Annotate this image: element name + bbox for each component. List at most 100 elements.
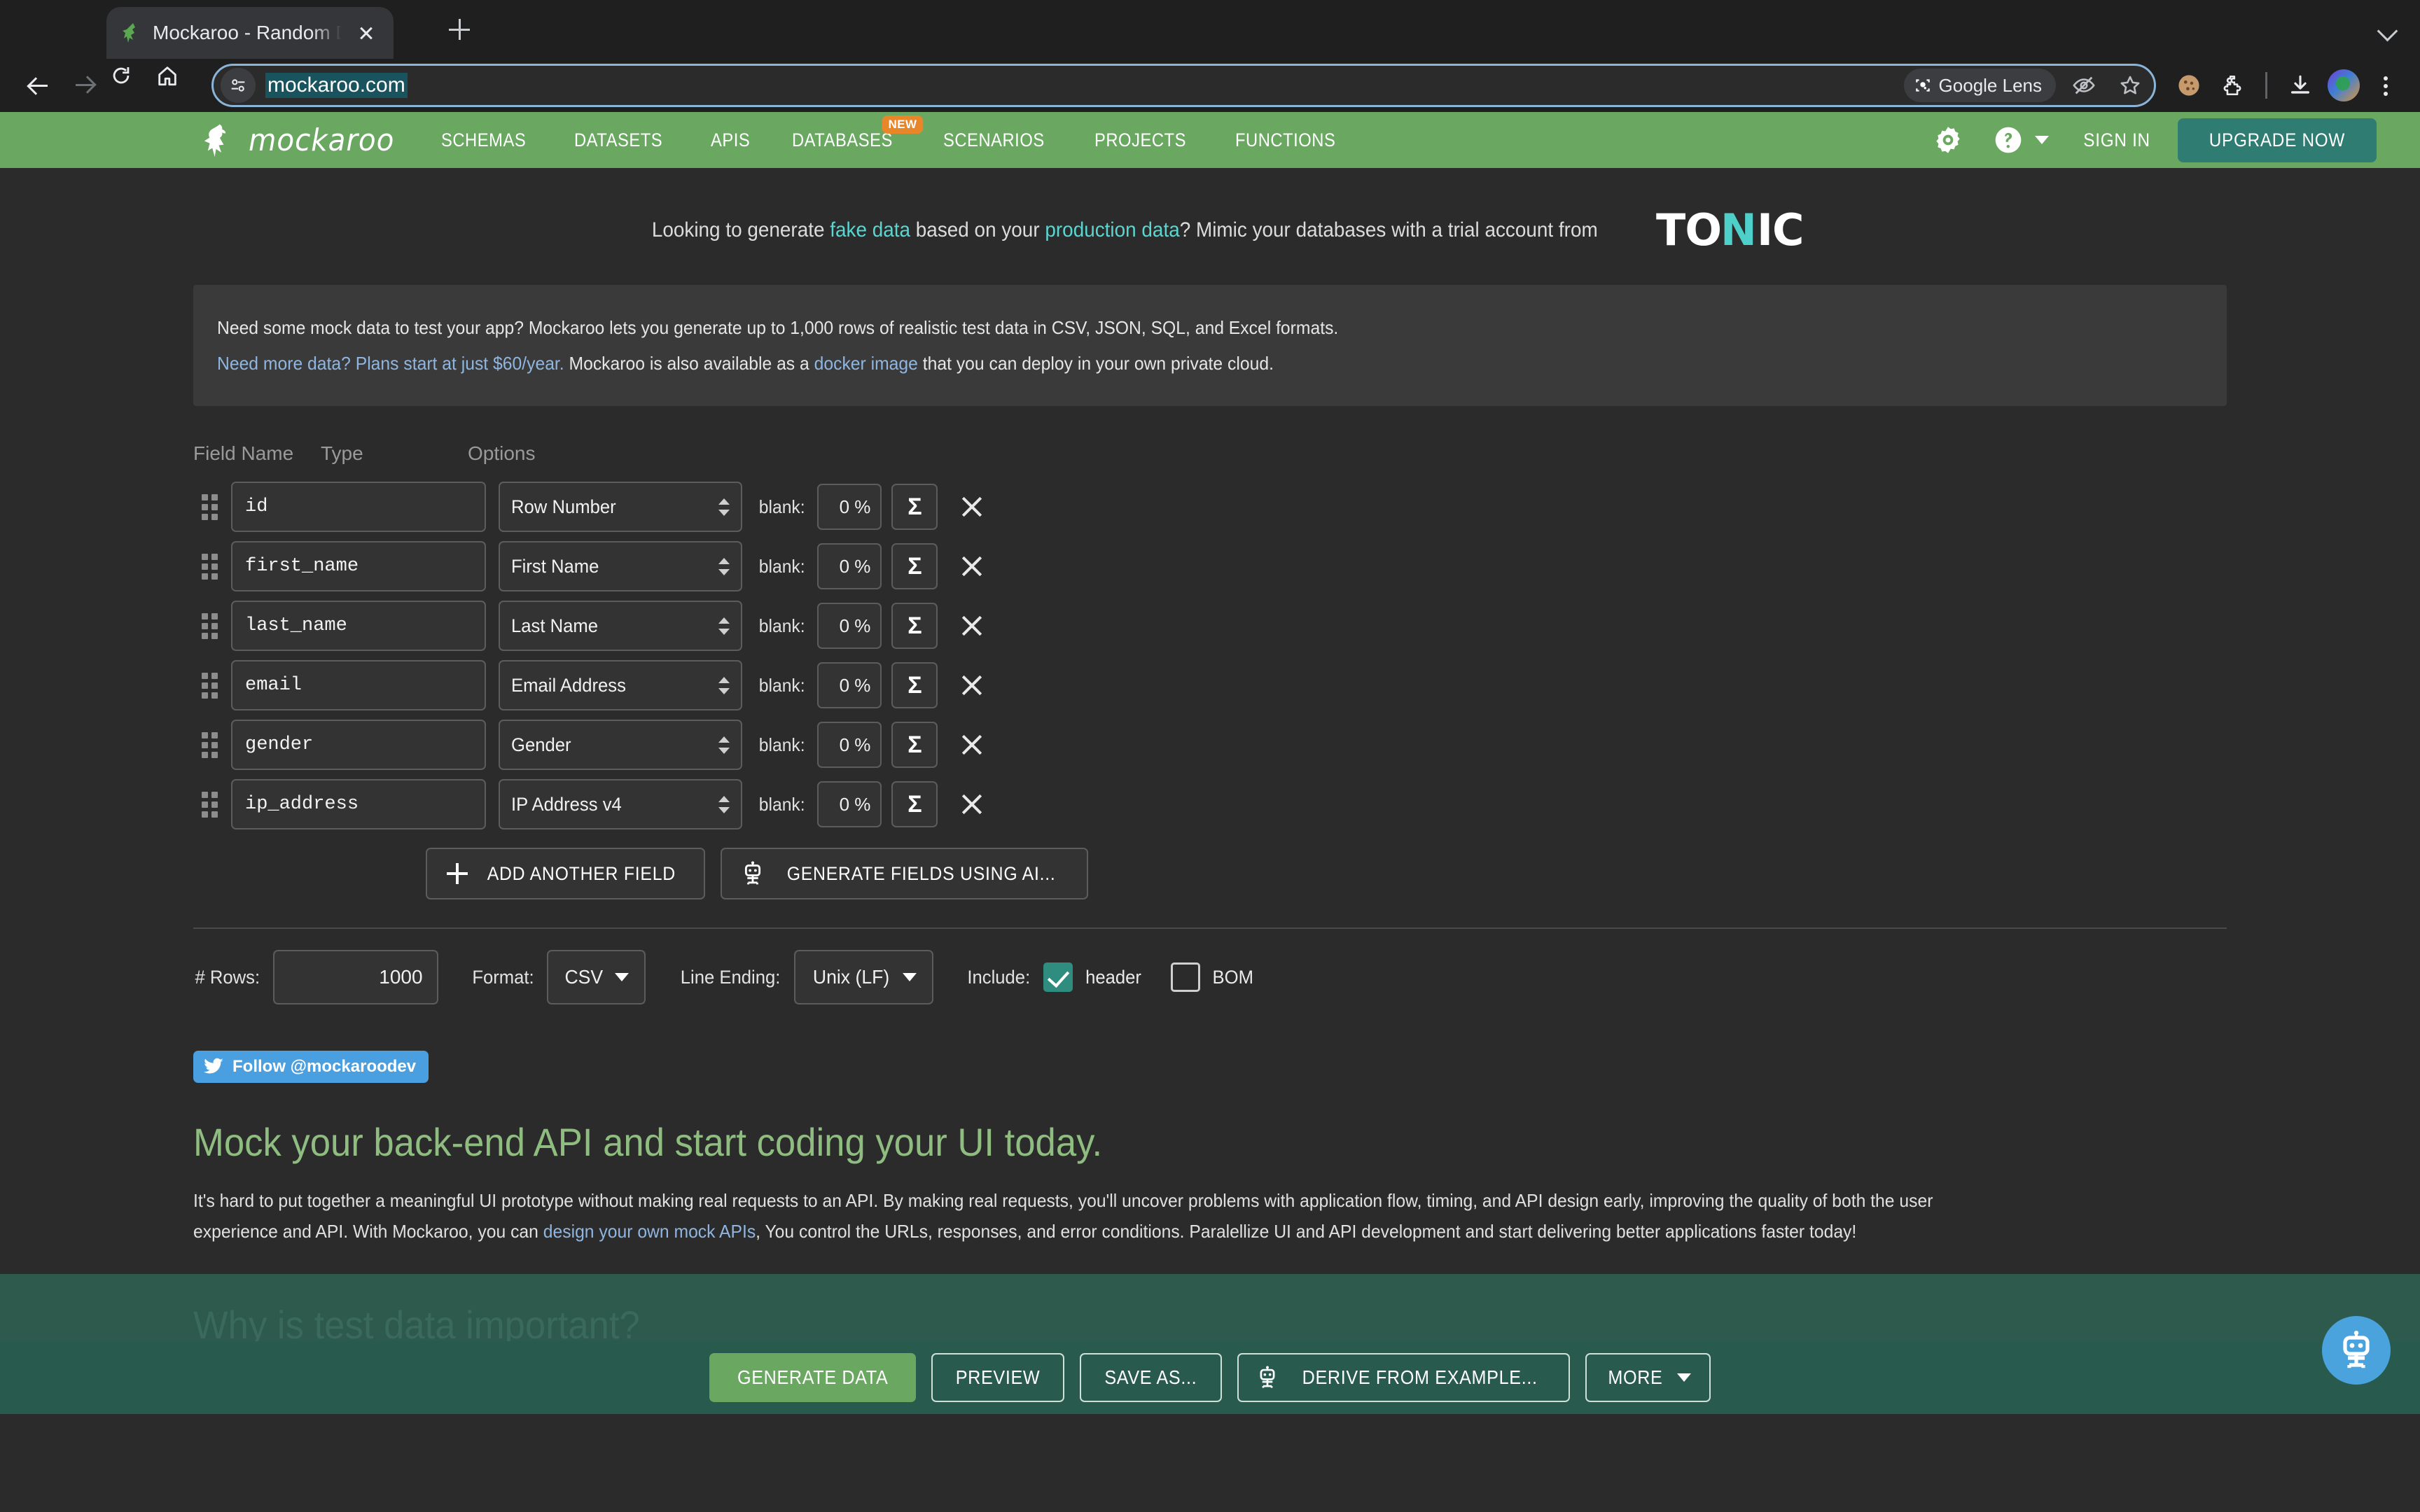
preview-button[interactable]: PREVIEW — [931, 1352, 1065, 1402]
generate-fields-using-ai-button[interactable]: GENERATE FIELDS USING AI... — [720, 848, 1088, 900]
kebab-menu-icon[interactable] — [2367, 67, 2403, 104]
nav-item-databases[interactable]: DATABASES NEW — [792, 115, 924, 151]
delete-field-icon[interactable] — [950, 783, 994, 826]
twitter-follow-button[interactable]: Follow @mockaroodev — [193, 1051, 429, 1084]
field-type-select[interactable]: Last Name — [499, 601, 742, 652]
reload-icon — [113, 66, 130, 84]
tab-close-icon[interactable] — [352, 18, 381, 48]
derive-from-example-button[interactable]: DERIVE FROM EXAMPLE... — [1237, 1352, 1571, 1402]
formula-button[interactable]: Σ — [891, 781, 938, 828]
line-ending-select[interactable]: Unix (LF) — [794, 950, 934, 1005]
sign-in-link[interactable]: SIGN IN — [2083, 130, 2150, 151]
formula-button[interactable]: Σ — [891, 543, 938, 590]
more-button[interactable]: MORE — [1585, 1352, 1711, 1402]
delete-field-icon[interactable] — [950, 604, 994, 648]
mockaroo-favicon — [119, 21, 143, 45]
field-name-input[interactable]: gender — [231, 720, 486, 771]
drag-handle[interactable] — [193, 612, 225, 640]
field-name-input[interactable]: last_name — [231, 601, 486, 652]
nav-item-projects[interactable]: PROJECTS — [1094, 130, 1186, 151]
extensions-puzzle-icon[interactable] — [2212, 65, 2253, 106]
bom-checkbox[interactable] — [1171, 962, 1201, 993]
field-name-input[interactable]: ip_address — [231, 779, 486, 830]
chevron-down-icon[interactable] — [2374, 15, 2402, 43]
field-name-input[interactable]: first_name — [231, 541, 486, 592]
field-type-select[interactable]: IP Address v4 — [499, 779, 742, 830]
help-circle-icon — [1990, 122, 2026, 158]
delete-field-icon[interactable] — [950, 723, 994, 766]
field-type-select[interactable]: Email Address — [499, 660, 742, 711]
nav-item-apis[interactable]: APIS — [711, 130, 750, 151]
save-as-button[interactable]: SAVE AS... — [1080, 1352, 1222, 1402]
blank-percent-input[interactable]: 0 % — [817, 781, 882, 828]
formula-button[interactable]: Σ — [891, 722, 938, 769]
delete-field-icon[interactable] — [950, 664, 994, 707]
field-type-select[interactable]: Row Number — [499, 482, 742, 533]
output-options-row: # Rows: 1000 Format: CSV Line Ending: Un… — [193, 950, 2420, 1005]
back-button[interactable] — [17, 64, 60, 107]
fake-data-link[interactable]: fake data — [830, 218, 911, 241]
blank-percent-input[interactable]: 0 % — [817, 543, 882, 590]
docker-image-link[interactable]: docker image — [814, 353, 918, 374]
add-another-field-button[interactable]: ADD ANOTHER FIELD — [426, 848, 705, 900]
field-type-select[interactable]: Gender — [499, 720, 742, 771]
blank-percent-input[interactable]: 0 % — [817, 603, 882, 650]
upgrade-now-button[interactable]: UPGRADE NOW — [2178, 118, 2377, 162]
drag-handle[interactable] — [193, 790, 225, 818]
delete-field-icon[interactable] — [950, 545, 994, 588]
profile-button[interactable] — [2323, 65, 2364, 106]
drag-handle[interactable] — [193, 552, 225, 580]
header-checkbox-group[interactable]: header — [1043, 962, 1143, 993]
blank-percent-input[interactable]: 0 % — [817, 484, 882, 531]
url-text[interactable]: mockaroo.com — [265, 73, 408, 98]
design-mock-apis-link[interactable]: design your own mock APIs — [543, 1221, 756, 1242]
page-body: Looking to generate fake data based on y… — [0, 168, 2420, 1414]
new-tab-button[interactable] — [441, 11, 478, 48]
google-lens-button[interactable]: Google Lens — [1903, 69, 2056, 102]
formula-button[interactable]: Σ — [891, 484, 938, 531]
generate-data-button[interactable]: GENERATE DATA — [709, 1352, 917, 1402]
drag-handle[interactable] — [193, 731, 225, 759]
browser-tab[interactable]: Mockaroo - Random Data Ge — [106, 7, 394, 59]
plans-link[interactable]: Need more data? Plans start at just $60/… — [217, 353, 564, 374]
blank-percent-input[interactable]: 0 % — [817, 662, 882, 709]
formula-button[interactable]: Σ — [891, 603, 938, 650]
formula-button[interactable]: Σ — [891, 662, 938, 709]
production-data-link[interactable]: production data — [1045, 218, 1180, 241]
blank-percent-input[interactable]: 0 % — [817, 722, 882, 769]
nav-item-scenarios[interactable]: SCENARIOS — [943, 130, 1045, 151]
field-type-select[interactable]: First Name — [499, 541, 742, 592]
nav-item-functions[interactable]: FUNCTIONS — [1235, 130, 1335, 151]
eye-off-icon[interactable] — [2066, 67, 2102, 104]
address-bar[interactable]: mockaroo.com Google Lens — [211, 64, 2156, 107]
nav-item-schemas[interactable]: SCHEMAS — [441, 130, 526, 151]
gear-icon[interactable] — [1930, 122, 1966, 158]
delete-field-icon[interactable] — [950, 485, 994, 528]
avatar — [2328, 69, 2360, 102]
help-menu[interactable] — [1990, 122, 2050, 158]
bom-checkbox-group[interactable]: BOM — [1171, 962, 1255, 993]
forward-button[interactable] — [63, 64, 106, 107]
field-name-input[interactable]: email — [231, 660, 486, 711]
star-icon[interactable] — [2112, 67, 2148, 104]
site-settings-icon[interactable] — [221, 68, 256, 103]
home-button[interactable] — [155, 64, 199, 107]
rows-input[interactable]: 1000 — [272, 950, 438, 1005]
tonic-logo[interactable]: TO И IC — [1656, 204, 1804, 255]
drag-handle[interactable] — [193, 493, 225, 521]
home-icon — [158, 66, 176, 86]
cookie-extension-icon[interactable] — [2169, 65, 2209, 106]
promo-text-1: Looking to generate — [652, 218, 830, 241]
stepper-icon — [718, 617, 730, 635]
format-select[interactable]: CSV — [546, 950, 646, 1005]
header-checkbox[interactable] — [1043, 962, 1073, 993]
reload-button[interactable] — [109, 64, 153, 107]
download-icon[interactable] — [2280, 65, 2321, 106]
brand-logo[interactable]: mockaroo — [196, 120, 401, 160]
drag-handle[interactable] — [193, 671, 225, 699]
schema-field-row: gender Gender blank: 0 % Σ — [193, 720, 2420, 771]
nav-item-datasets[interactable]: DATASETS — [574, 130, 662, 151]
chat-assistant-fab[interactable] — [2322, 1315, 2391, 1385]
field-type-value: IP Address v4 — [511, 793, 622, 815]
field-name-input[interactable]: id — [231, 482, 486, 533]
